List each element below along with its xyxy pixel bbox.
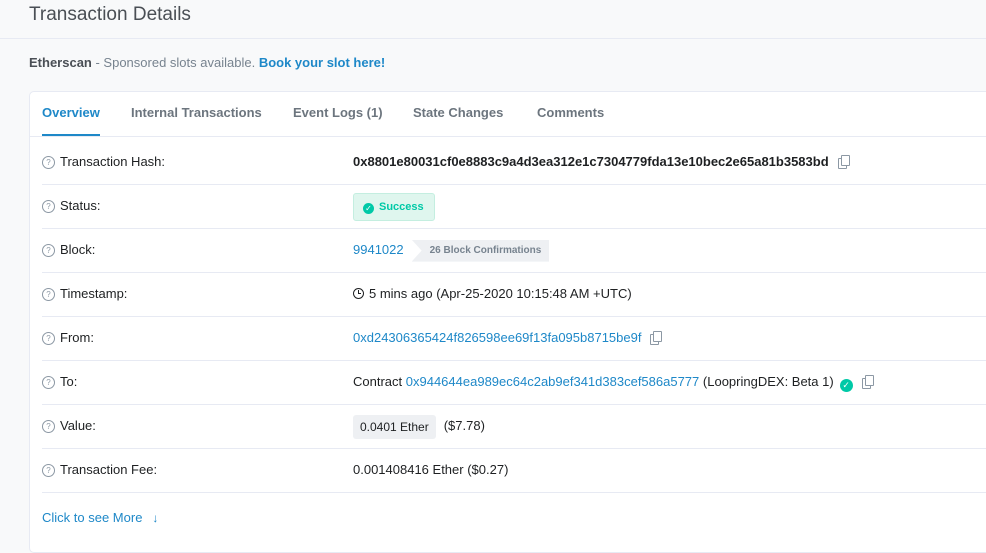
verified-check-icon: ✓ (839, 379, 853, 392)
question-circle-icon[interactable]: ? (42, 200, 55, 213)
question-circle-icon[interactable]: ? (42, 376, 55, 389)
row-from: ? From: 0xd24306365424f826598ee69f13fa095… (42, 316, 986, 361)
row-transaction-hash: ? Transaction Hash: 0x8801e80031cf0e8883c… (42, 140, 986, 185)
question-circle-icon[interactable]: ? (42, 244, 55, 257)
page-header: Transaction Details (0, 0, 986, 39)
row-value: ? Value: 0.0401 Ether ($7.78) (42, 404, 986, 449)
question-circle-icon[interactable]: ? (42, 464, 55, 477)
to-contract-name: (LoopringDEX: Beta 1) (702, 374, 834, 389)
row-to: ? To: Contract 0x944644ea989ec64c2ab9ef34… (42, 360, 986, 405)
value-amount: 0.0401 Ether (353, 414, 436, 439)
label-value: Value: (60, 418, 96, 433)
page-title: Transaction Details (29, 4, 191, 25)
question-circle-icon[interactable]: ? (42, 332, 55, 345)
question-circle-icon[interactable]: ? (42, 420, 55, 433)
row-block: ? Block: 9941022 26 Block Confirmations (42, 228, 986, 273)
tab-internal-transactions[interactable]: Internal Transactions (131, 92, 262, 134)
value-usd: ($7.78) (443, 418, 485, 433)
sponsor-banner: Etherscan - Sponsored slots available. B… (29, 55, 385, 70)
to-prefix: Contract (353, 374, 403, 389)
label-block: Block: (60, 242, 96, 257)
copy-icon[interactable] (837, 155, 850, 169)
see-more-label: Click to see More (42, 510, 143, 525)
timestamp-value: 5 mins ago (Apr-25-2020 10:15:48 AM +UTC… (369, 286, 632, 301)
block-confirmations-badge: 26 Block Confirmations (411, 239, 550, 262)
arrow-down-icon: ↓ (152, 511, 159, 525)
see-more-link[interactable]: Click to see More ↓ (42, 510, 158, 525)
label-transaction-fee: Transaction Fee: (60, 462, 158, 477)
to-address-link[interactable]: 0x944644ea989ec64c2ab9ef341d383cef586a57… (406, 374, 700, 389)
sponsor-brand: Etherscan (29, 55, 92, 70)
tab-overview[interactable]: Overview (42, 92, 100, 136)
row-transaction-fee: ? Transaction Fee: 0.001408416 Ether ($0.… (42, 448, 986, 493)
transaction-fee-value: 0.001408416 Ether ($0.27) (353, 462, 509, 477)
question-circle-icon[interactable]: ? (42, 288, 55, 301)
status-value: Success (379, 200, 424, 213)
tab-bar: Overview Internal Transactions Event Log… (30, 92, 986, 137)
status-badge: ✓ Success (353, 192, 435, 221)
block-number-link[interactable]: 9941022 (353, 242, 404, 257)
label-from: From: (60, 330, 94, 345)
sponsor-text: - Sponsored slots available. (91, 55, 259, 70)
label-transaction-hash: Transaction Hash: (60, 154, 166, 169)
label-to: To: (60, 374, 78, 389)
label-status: Status: (60, 198, 101, 213)
check-circle-icon: ✓ (363, 202, 374, 214)
tab-state-changes[interactable]: State Changes (413, 92, 503, 134)
transaction-hash-value: 0x8801e80031cf0e8883c9a4d3ea312e1c730477… (353, 154, 829, 169)
row-timestamp: ? Timestamp: 5 mins ago (Apr-25-2020 10:1… (42, 272, 986, 317)
row-status: ? Status: ✓ Success (42, 184, 986, 229)
clock-icon (353, 288, 364, 299)
tab-event-logs[interactable]: Event Logs (1) (293, 92, 383, 134)
book-slot-link[interactable]: Book your slot here! (259, 55, 385, 70)
label-timestamp: Timestamp: (60, 286, 128, 301)
copy-icon[interactable] (861, 375, 874, 389)
copy-icon[interactable] (650, 331, 663, 345)
from-address-link[interactable]: 0xd24306365424f826598ee69f13fa095b8715be… (353, 330, 641, 345)
question-circle-icon[interactable]: ? (42, 156, 55, 169)
tab-comments[interactable]: Comments (537, 92, 604, 134)
transaction-card: Overview Internal Transactions Event Log… (29, 91, 986, 553)
